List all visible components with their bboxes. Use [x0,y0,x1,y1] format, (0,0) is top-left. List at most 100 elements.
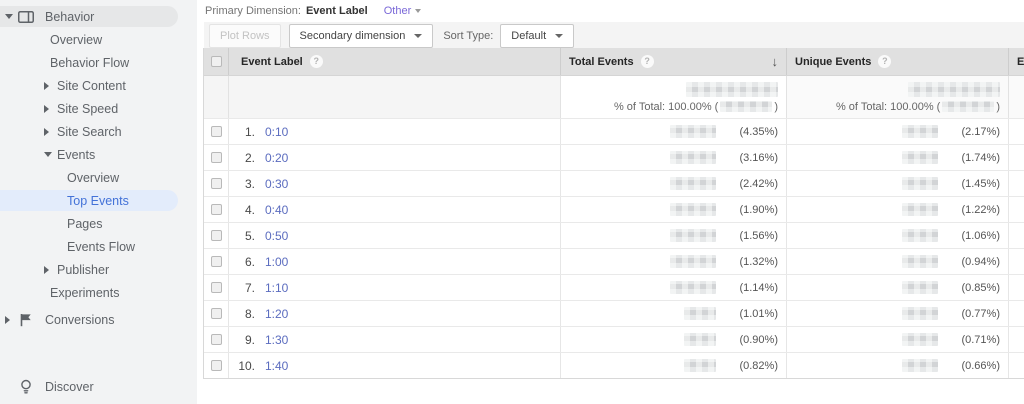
table-row: 7. 1:10 (1.14%) (0.85%) [204,274,1024,300]
row-checkbox[interactable] [211,204,222,215]
sidebar-item-top-events[interactable]: Top Events [0,189,197,212]
row-checkbox[interactable] [211,152,222,163]
row-checkbox[interactable] [211,178,222,189]
total-events-pct: (0.90%) [730,334,778,346]
sidebar-item-experiments[interactable]: Experiments [0,281,197,304]
sidebar-item-label: Overview [50,33,102,47]
row-checkbox-cell [204,145,229,170]
sidebar-item-site-content[interactable]: Site Content [0,74,197,97]
report-main: Primary Dimension: Event Label Other Plo… [197,0,1024,404]
header-total-events[interactable]: Total Events ? ↓ [561,48,787,75]
sidebar-item-pages[interactable]: Pages [0,212,197,235]
redacted-value [902,203,938,216]
row-checkbox-cell [204,327,229,352]
row-rank: 1. [229,125,255,139]
sidebar-item-behavior-flow[interactable]: Behavior Flow [0,51,197,74]
row-checkbox[interactable] [211,308,222,319]
redacted-value [670,203,716,216]
row-checkbox[interactable] [211,256,222,267]
sidebar-item-site-speed[interactable]: Site Speed [0,97,197,120]
event-label-cell: 2. 0:20 [229,145,561,170]
event-label-link[interactable]: 0:50 [265,229,288,243]
expand-arrow-icon[interactable] [44,82,57,90]
redacted-value [902,229,938,242]
header-event-label[interactable]: Event Label ? [229,48,561,75]
unique-events-cell: (0.66%) [787,353,1009,378]
sidebar-item-label: Experiments [50,286,119,300]
total-events-pct: (1.01%) [730,308,778,320]
event-label-cell: 9. 1:30 [229,327,561,352]
event-label-link[interactable]: 0:10 [265,125,288,139]
redacted-value [902,333,938,346]
row-checkbox[interactable] [211,334,222,345]
plot-rows-button[interactable]: Plot Rows [209,24,281,48]
row-checkbox-cell [204,119,229,144]
sidebar-item-conversions[interactable]: Conversions [0,308,197,331]
sidebar-item-discover[interactable]: Discover [0,375,197,398]
help-icon[interactable]: ? [878,55,891,68]
unique-events-pct: (1.06%) [952,230,1000,242]
event-label-link[interactable]: 0:30 [265,177,288,191]
event-label-link[interactable]: 0:20 [265,151,288,165]
expand-arrow-icon[interactable] [5,316,18,324]
sort-type-dropdown[interactable]: Default [500,24,574,48]
event-label-link[interactable]: 1:00 [265,255,288,269]
select-all-checkbox[interactable] [211,56,222,67]
next-column-cell [1009,223,1024,248]
row-checkbox[interactable] [211,282,222,293]
row-checkbox[interactable] [211,360,222,371]
event-label-link[interactable]: 1:30 [265,333,288,347]
secondary-dimension-button[interactable]: Secondary dimension [289,24,434,48]
total-events-pct: (1.14%) [730,282,778,294]
sidebar-item-events[interactable]: Events [0,143,197,166]
header-unique-events[interactable]: Unique Events ? [787,48,1009,75]
sidebar-item-label: Site Content [57,79,126,93]
unique-events-cell: (1.45%) [787,171,1009,196]
primary-dimension-selected[interactable]: Event Label [306,5,368,17]
next-column-cell [1009,353,1024,378]
expand-arrow-icon[interactable] [44,152,57,157]
header-next-column-partial[interactable]: E [1009,48,1024,75]
sidebar-item-publisher[interactable]: Publisher [0,258,197,281]
summary-row: % of Total: 100.00% ( ) % of Total: 100.… [204,75,1024,118]
sidebar-item-behavior[interactable]: Behavior [0,5,197,28]
chevron-down-icon [555,34,563,38]
event-label-link[interactable]: 1:40 [265,359,288,373]
event-label-link[interactable]: 0:40 [265,203,288,217]
redacted-value [902,151,938,164]
sidebar-item-overview[interactable]: Overview [0,28,197,51]
unique-events-cell: (1.22%) [787,197,1009,222]
redacted-value [670,229,716,242]
primary-dimension-other-link[interactable]: Other [384,5,422,17]
sidebar-item-label: Site Speed [57,102,118,116]
event-label-link[interactable]: 1:20 [265,307,288,321]
row-checkbox[interactable] [211,230,222,241]
redacted-total-value [686,82,778,97]
event-label-cell: 4. 0:40 [229,197,561,222]
redacted-unique-value [908,82,1000,97]
expand-arrow-icon[interactable] [44,266,57,274]
next-column-cell [1009,171,1024,196]
total-events-cell: (0.90%) [561,327,787,352]
table-row: 10. 1:40 (0.82%) (0.66%) [204,352,1024,378]
event-label-cell: 10. 1:40 [229,353,561,378]
next-column-cell [1009,327,1024,352]
sidebar-item-site-search[interactable]: Site Search [0,120,197,143]
sort-descending-icon[interactable]: ↓ [772,54,779,69]
row-checkbox[interactable] [211,126,222,137]
total-events-cell: (1.90%) [561,197,787,222]
event-label-link[interactable]: 1:10 [265,281,288,295]
expand-arrow-icon[interactable] [44,105,57,113]
expand-arrow-icon[interactable] [5,14,18,19]
flag-icon [18,313,34,327]
sidebar-item-overview[interactable]: Overview [0,166,197,189]
sidebar-item-events-flow[interactable]: Events Flow [0,235,197,258]
help-icon[interactable]: ? [310,55,323,68]
redacted-value [684,359,716,372]
help-icon[interactable]: ? [641,55,654,68]
row-rank: 5. [229,229,255,243]
summary-label-cell [229,76,561,118]
expand-arrow-icon[interactable] [44,128,57,136]
unique-events-pct: (0.94%) [952,256,1000,268]
redacted-value [902,359,938,372]
